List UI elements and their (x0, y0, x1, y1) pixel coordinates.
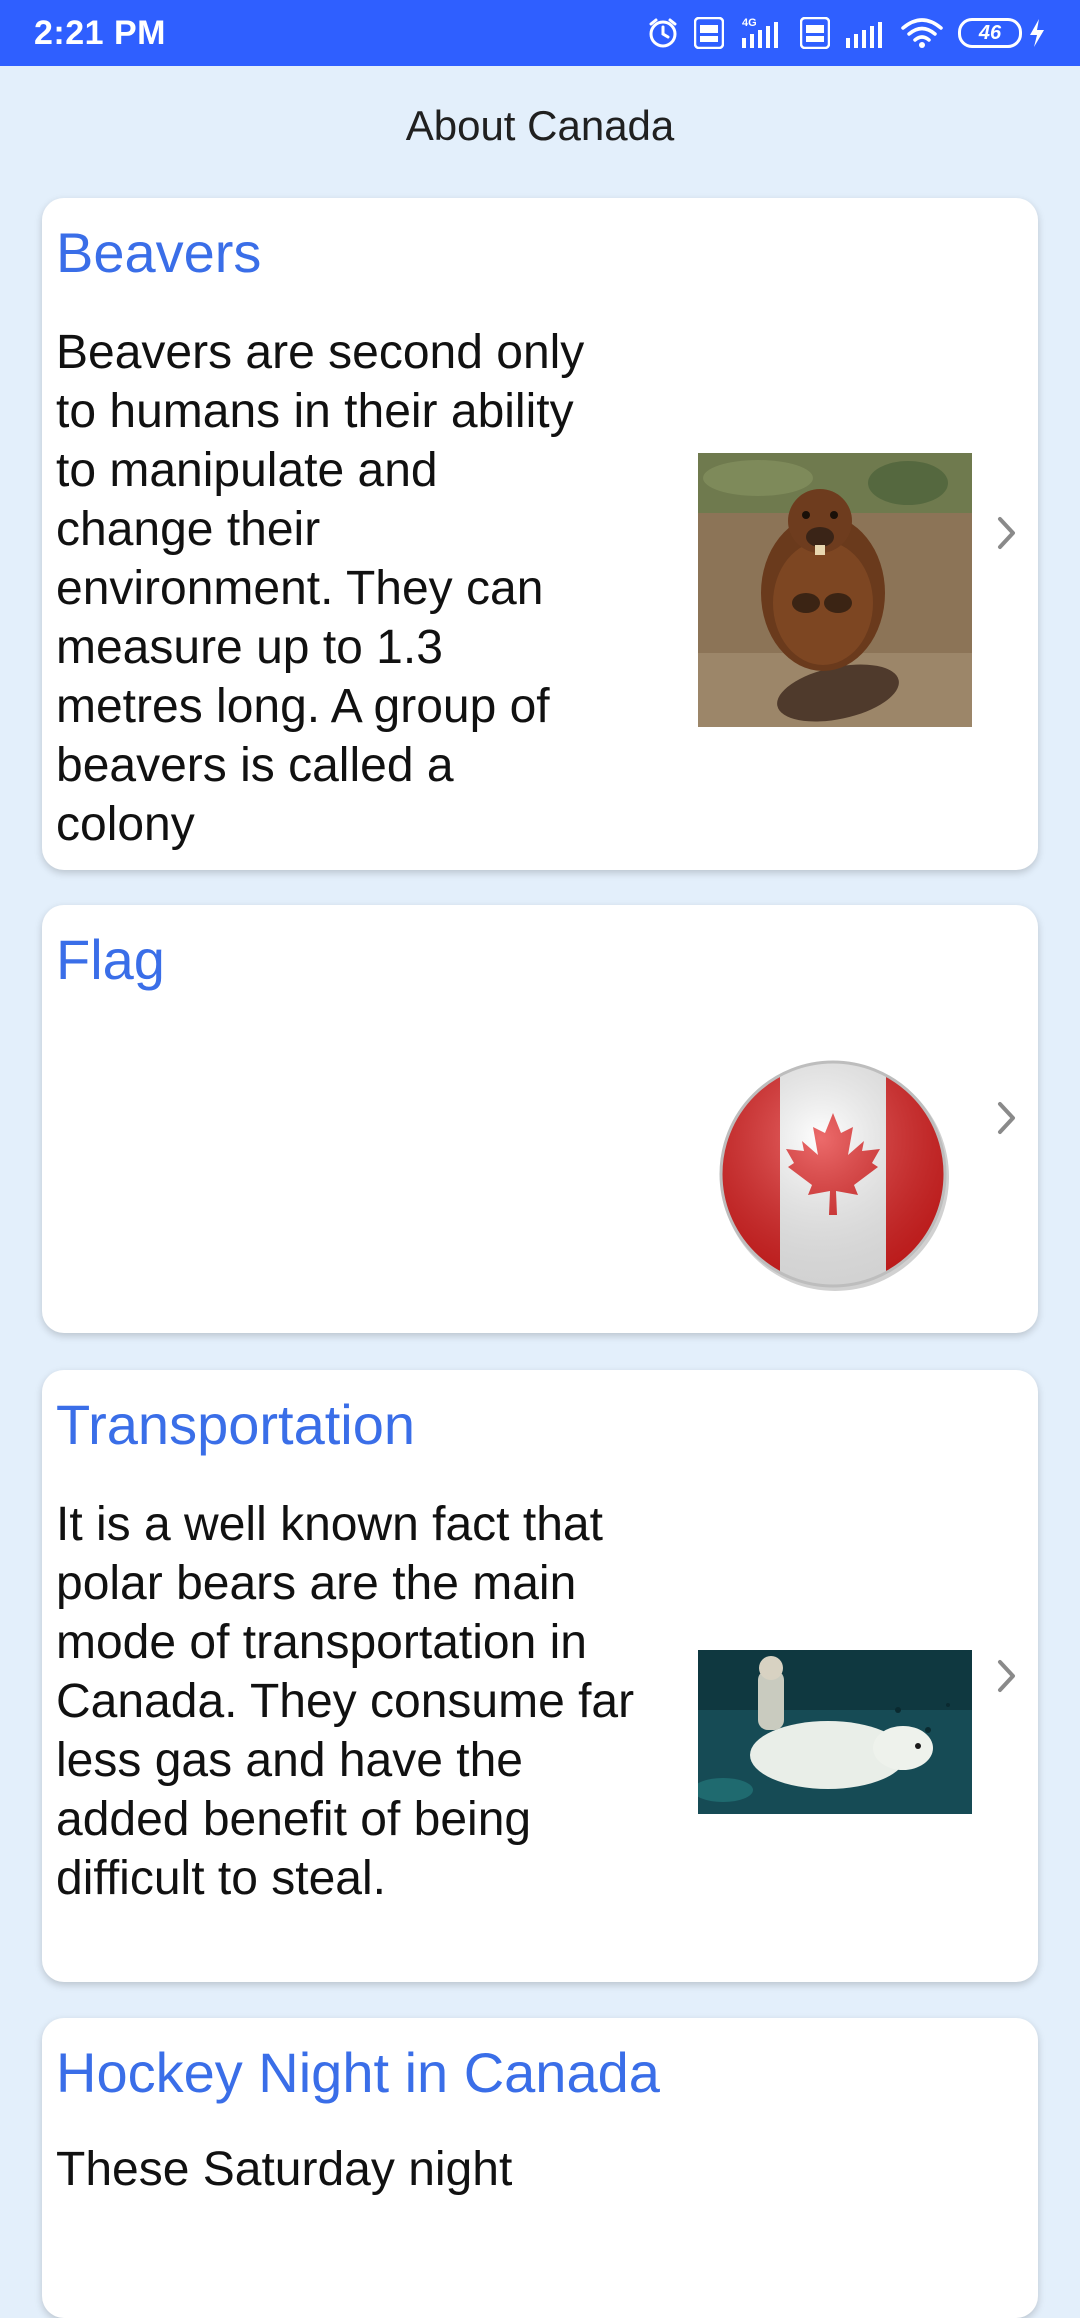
card-transportation[interactable]: Transportation It is a well known fact t… (42, 1370, 1038, 1982)
card-description: It is a well known fact that polar bears… (56, 1498, 635, 1905)
signal-icon (844, 16, 886, 50)
beaver-image (698, 453, 972, 727)
wifi-icon (900, 16, 944, 50)
chevron-right-icon[interactable] (992, 1098, 1020, 1138)
chevron-right-icon[interactable] (992, 513, 1020, 553)
card-description: These Saturday night (56, 2143, 513, 2196)
card-title: Beavers (56, 221, 262, 284)
charging-icon (1030, 19, 1044, 47)
status-bar: 2:21 PM 4G 46 (0, 0, 1080, 66)
card-title: Hockey Night in Canada (56, 2041, 660, 2104)
chevron-right-icon[interactable] (992, 1656, 1020, 1696)
app-bar: About Canada (0, 66, 1080, 186)
signal-4g-icon: 4G (738, 16, 786, 50)
polar-bear-image (698, 1650, 972, 1814)
card-title: Transportation (56, 1393, 415, 1456)
card-beavers[interactable]: Beavers Beavers are second only to human… (42, 198, 1038, 870)
card-title: Flag (56, 928, 165, 991)
status-time: 2:21 PM (34, 13, 166, 52)
page-title: About Canada (405, 102, 675, 149)
card-flag[interactable]: Flag (42, 905, 1038, 1333)
svg-text:4G: 4G (742, 17, 757, 29)
card-description: Beavers are second only to humans in the… (56, 326, 585, 851)
battery-icon: 46 (958, 18, 1022, 48)
battery-indicator: 46 (958, 18, 1046, 48)
alarm-icon (646, 16, 680, 50)
volte-icon (694, 17, 724, 49)
battery-percent: 46 (978, 21, 1002, 44)
volte-icon-2 (800, 17, 830, 49)
canada-flag-image (714, 1055, 952, 1293)
card-hockey-night[interactable]: Hockey Night in Canada These Saturday ni… (42, 2018, 1038, 2318)
status-icons: 4G 46 (646, 16, 1046, 50)
